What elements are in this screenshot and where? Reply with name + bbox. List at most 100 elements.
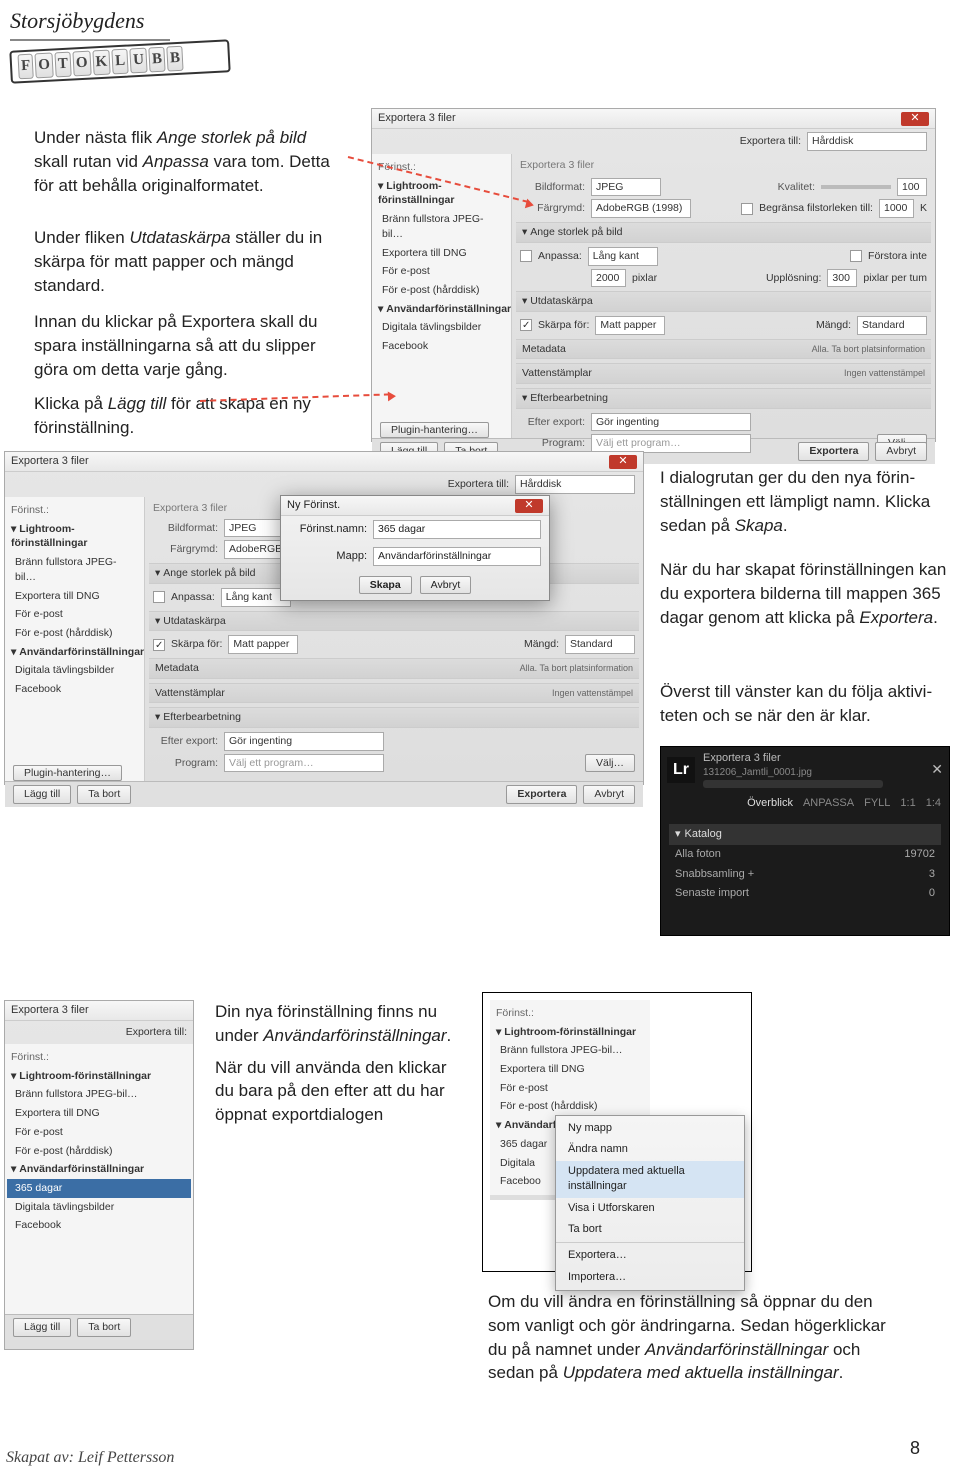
preset-item[interactable]: För e-post — [7, 1123, 191, 1142]
preset-item[interactable]: Digitala tävlingsbilder — [7, 661, 142, 680]
section-watermark[interactable]: Vattenstämplar — [522, 366, 592, 381]
sharpen-amount-select[interactable]: Standard — [857, 316, 927, 335]
resolution-input[interactable]: 300 — [827, 269, 857, 288]
preset-folder-select[interactable]: Användarförinställningar — [373, 547, 541, 566]
cancel-button[interactable]: Avbryt — [583, 785, 635, 804]
preset-item[interactable]: Facebook — [374, 337, 509, 356]
zoom-fill[interactable]: FYLL — [864, 796, 890, 811]
zoom-1-4[interactable]: 1:4 — [926, 796, 941, 811]
dimension-input[interactable]: 2000 — [591, 269, 626, 288]
close-icon[interactable]: ✕ — [515, 499, 543, 513]
preset-item[interactable]: Exportera till DNG — [492, 1060, 648, 1079]
preset-name-input[interactable]: 365 dagar — [373, 520, 541, 539]
preset-item[interactable]: Facebook — [7, 1216, 191, 1235]
sharpen-checkbox[interactable] — [153, 639, 165, 651]
preset-item[interactable]: Digitala tävlingsbilder — [374, 318, 509, 337]
dont-enlarge-checkbox[interactable] — [850, 250, 862, 262]
preset-item[interactable]: För e-post — [492, 1079, 648, 1098]
preset-item[interactable]: Exportera till DNG — [7, 1104, 191, 1123]
program-select[interactable]: Välj ett program… — [224, 754, 384, 773]
plugin-manager-button[interactable]: Plugin-hantering… — [380, 422, 489, 438]
preset-item[interactable]: För e-post — [7, 605, 142, 624]
preset-item[interactable]: Bränn fullstora JPEG-bil… — [492, 1041, 648, 1060]
preset-item[interactable]: Digitala tävlingsbilder — [7, 1198, 191, 1217]
preset-item[interactable]: Bränn fullstora JPEG-bil… — [7, 553, 142, 586]
quality-value[interactable]: 100 — [897, 178, 927, 197]
quality-slider[interactable] — [821, 185, 891, 189]
preset-item[interactable]: För e-post (hårddisk) — [7, 1142, 191, 1161]
preset-item[interactable]: Facebook — [7, 680, 142, 699]
cancel-button[interactable]: Avbryt — [875, 442, 927, 461]
preset-group-user[interactable]: Användarförinställningar — [7, 1160, 191, 1179]
export-button[interactable]: Exportera — [798, 442, 869, 461]
section-metadata[interactable]: Metadata — [155, 661, 199, 676]
menu-rename[interactable]: Ändra namn — [556, 1139, 744, 1160]
menu-update-current[interactable]: Uppdatera med aktuella inställningar — [556, 1161, 744, 1198]
preset-group-user[interactable]: Användarförinställningar — [374, 300, 509, 319]
section-sharpening[interactable]: Utdataskärpa — [522, 294, 593, 309]
resize-checkbox[interactable] — [153, 591, 165, 603]
export-to-dropdown[interactable]: Hårddisk — [807, 132, 927, 151]
export-button[interactable]: Exportera — [506, 785, 577, 804]
menu-import[interactable]: Importera… — [556, 1267, 744, 1288]
preset-group-user[interactable]: Användarförinställningar — [7, 643, 142, 662]
preset-item[interactable]: För e-post (hårddisk) — [7, 624, 142, 643]
context-menu[interactable]: Ny mapp Ändra namn Uppdatera med aktuell… — [555, 1115, 745, 1291]
catalog-row[interactable]: Alla foton19702 — [669, 845, 941, 864]
preset-group-lightroom[interactable]: Lightroom-förinställningar — [7, 520, 142, 553]
section-sharpening[interactable]: Utdataskärpa — [155, 614, 226, 629]
menu-export[interactable]: Exportera… — [556, 1245, 744, 1266]
create-button[interactable]: Skapa — [359, 576, 412, 595]
modal-cancel-button[interactable]: Avbryt — [420, 576, 472, 595]
after-export-select[interactable]: Gör ingenting — [591, 413, 751, 432]
catalog-header[interactable]: Katalog — [685, 828, 722, 840]
menu-delete[interactable]: Ta bort — [556, 1219, 744, 1240]
add-preset-button[interactable]: Lägg till — [13, 1318, 71, 1337]
choose-program-button[interactable]: Välj… — [585, 754, 635, 773]
tab-overview[interactable]: Överblick — [747, 796, 793, 811]
preset-group-lightroom[interactable]: Lightroom-förinställningar — [492, 1023, 648, 1042]
section-post-processing[interactable]: Efterbearbetning — [522, 391, 608, 406]
remove-preset-button[interactable]: Ta bort — [77, 1318, 131, 1337]
preset-item[interactable]: För e-post (hårddisk) — [492, 1097, 648, 1116]
zoom-1-1[interactable]: 1:1 — [900, 796, 915, 811]
add-preset-button[interactable]: Lägg till — [13, 785, 71, 804]
preset-item[interactable]: Exportera till DNG — [7, 587, 142, 606]
resize-mode-select[interactable]: Lång kant — [588, 247, 658, 266]
close-icon[interactable]: ✕ — [901, 112, 929, 126]
sharpen-checkbox[interactable] — [520, 319, 532, 331]
remove-preset-button[interactable]: Ta bort — [77, 785, 131, 804]
section-resize[interactable]: Ange storlek på bild — [522, 225, 623, 240]
file-format-select[interactable]: JPEG — [591, 178, 661, 197]
cancel-progress-icon[interactable]: ✕ — [931, 760, 943, 780]
preset-item-selected[interactable]: 365 dagar — [7, 1179, 191, 1198]
zoom-fit[interactable]: ANPASSA — [803, 796, 854, 811]
catalog-row[interactable]: Snabbsamling +3 — [669, 865, 941, 884]
section-metadata[interactable]: Metadata — [522, 342, 566, 357]
export-to-dropdown[interactable]: Hårddisk — [515, 475, 635, 494]
preset-item[interactable]: Exportera till DNG — [374, 244, 509, 263]
preset-group-lightroom[interactable]: Lightroom-förinställningar — [374, 177, 509, 210]
preset-item[interactable]: Bränn fullstora JPEG-bil… — [7, 1085, 191, 1104]
preset-group-lightroom[interactable]: Lightroom-förinställningar — [7, 1067, 191, 1086]
menu-show-explorer[interactable]: Visa i Utforskaren — [556, 1198, 744, 1219]
section-post-processing[interactable]: Efterbearbetning — [155, 710, 241, 725]
plugin-manager-button[interactable]: Plugin-hantering… — [13, 765, 122, 781]
section-watermark[interactable]: Vattenstämplar — [155, 686, 225, 701]
section-resize[interactable]: Ange storlek på bild — [155, 566, 256, 581]
preset-item[interactable]: Bränn fullstora JPEG-bil… — [374, 210, 509, 243]
close-icon[interactable]: ✕ — [609, 455, 637, 469]
sharpen-for-select[interactable]: Matt papper — [228, 635, 298, 654]
limit-size-checkbox[interactable] — [741, 203, 753, 215]
menu-new-folder[interactable]: Ny mapp — [556, 1118, 744, 1139]
resize-checkbox[interactable] — [520, 250, 532, 262]
preset-item[interactable]: För e-post — [374, 262, 509, 281]
sharpen-amount-select[interactable]: Standard — [565, 635, 635, 654]
limit-size-input[interactable]: 1000 — [879, 199, 914, 218]
preset-tree[interactable]: Förinst.: Lightroom-förinställningar Brä… — [5, 497, 145, 781]
sharpen-for-select[interactable]: Matt papper — [595, 316, 665, 335]
catalog-row[interactable]: Senaste import0 — [669, 884, 941, 903]
preset-item[interactable]: För e-post (hårddisk) — [374, 281, 509, 300]
after-export-select[interactable]: Gör ingenting — [224, 732, 384, 751]
color-space-select[interactable]: AdobeRGB (1998) — [591, 199, 691, 218]
